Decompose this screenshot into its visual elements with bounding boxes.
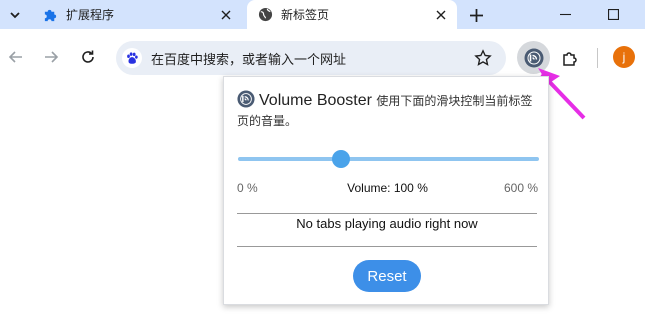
reload-button[interactable] <box>74 43 102 71</box>
maximize-icon <box>607 9 619 20</box>
tab-label: 新标签页 <box>281 8 330 22</box>
minimize-button[interactable] <box>543 0 587 29</box>
address-bar-placeholder: 在百度中搜索，或者输入一个网址 <box>151 52 347 67</box>
close-icon[interactable] <box>433 7 449 23</box>
arrow-left-icon <box>8 51 22 63</box>
forward-button[interactable] <box>37 43 65 71</box>
slider-max-label: 600 % <box>503 181 538 195</box>
extension-name: Volume Booster <box>259 92 372 109</box>
reload-icon <box>82 50 94 63</box>
star-icon <box>474 49 492 66</box>
profile-avatar[interactable]: j <box>613 46 635 68</box>
tab-extensions[interactable]: 扩展程序 <box>32 0 242 29</box>
globe-icon <box>257 7 273 23</box>
bookmark-star-button[interactable] <box>472 47 494 69</box>
minimize-icon <box>559 13 571 16</box>
tab-new-tab[interactable]: 新标签页 <box>247 0 457 29</box>
close-icon[interactable] <box>218 7 234 23</box>
puzzle-icon <box>42 7 58 23</box>
maximize-button[interactable] <box>591 0 635 29</box>
status-message: No tabs playing audio right now <box>296 216 478 231</box>
slider-thumb[interactable] <box>332 150 351 168</box>
volume-slider[interactable] <box>238 149 539 169</box>
slider-track[interactable] <box>238 157 539 161</box>
divider <box>237 246 537 247</box>
chevron-down-icon <box>10 12 20 19</box>
baidu-paw-icon[interactable] <box>122 48 142 68</box>
tab-label: 扩展程序 <box>66 8 115 22</box>
speaker-waves-icon <box>237 90 255 108</box>
new-tab-button[interactable] <box>466 5 486 25</box>
divider <box>237 213 537 214</box>
volume-booster-popup: Volume Booster 使用下面的滑块控制当前标签页的音量。 0 % Vo… <box>223 76 549 305</box>
back-button[interactable] <box>2 43 30 71</box>
plus-icon <box>469 8 483 22</box>
current-volume-label: Volume: 100 % <box>347 181 428 195</box>
tab-search-button[interactable] <box>5 5 25 25</box>
popup-header: Volume Booster 使用下面的滑块控制当前标签页的音量。 <box>237 90 537 131</box>
arrow-right-icon <box>45 51 59 63</box>
tab-strip: 扩展程序 新标签页 <box>0 0 645 29</box>
slider-labels: 0 % Volume: 100 % 600 % <box>237 181 538 197</box>
reset-button[interactable]: Reset <box>353 260 421 292</box>
